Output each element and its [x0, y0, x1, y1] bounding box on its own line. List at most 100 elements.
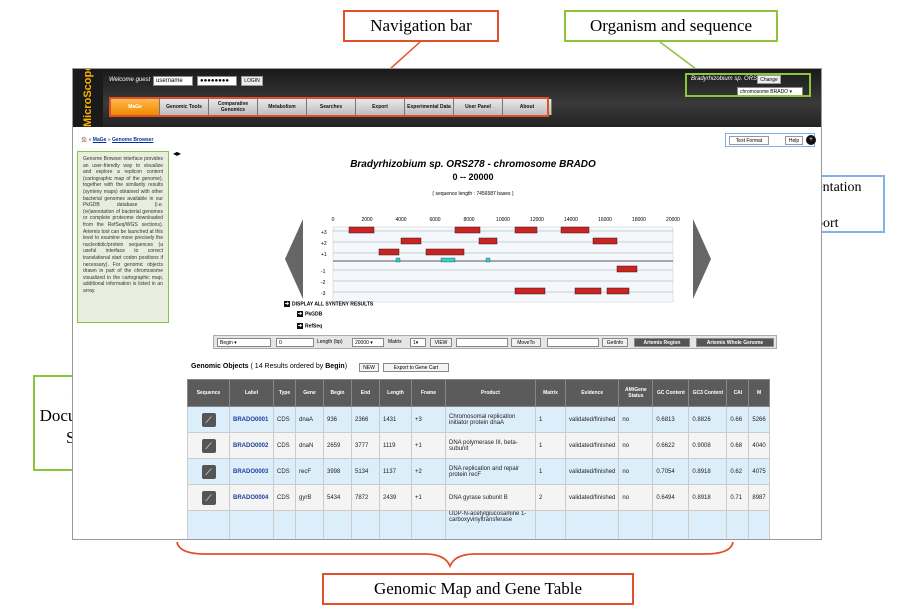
column-header-type[interactable]: Type [273, 379, 296, 407]
navigation-bar-callout: Navigation bar [343, 10, 499, 42]
map-tick-label: 18000 [632, 217, 646, 223]
column-header-product[interactable]: Product [445, 379, 536, 407]
cell-type: CDS [273, 406, 296, 433]
sequence-cell[interactable]: ⟋ [187, 406, 230, 433]
column-header-m[interactable]: M [748, 379, 770, 407]
genomic-objects-close: ) [344, 363, 348, 370]
matrix-select-value: 1 [413, 340, 416, 346]
cell-matrix: 1 [535, 458, 566, 485]
breadcrumb-mage[interactable]: MaGe [93, 137, 107, 143]
column-header-gc-content[interactable]: GC Content [652, 379, 690, 407]
map-frame-label: -2 [321, 280, 326, 286]
cell-gc3: 0.9008 [688, 432, 728, 459]
dna-sequence-icon[interactable]: ⟋ [201, 464, 216, 479]
column-header-sequence[interactable]: Sequence [187, 379, 230, 407]
map-tick-label: 16000 [598, 217, 612, 223]
empty-cell [229, 510, 274, 539]
cell-begin: 5434 [323, 484, 352, 511]
genome-map[interactable]: 0 2000 4000 6000 8000 10000 12000 14000 16000 180… [283, 209, 683, 304]
map-frames: +3 +2 +1 -1 -2 -3 [321, 230, 327, 297]
cell-type: CDS [273, 484, 296, 511]
add-icon[interactable]: + [806, 135, 816, 145]
sequence-cell[interactable]: ⟋ [187, 484, 230, 511]
matrix-select[interactable]: 1▾ [410, 338, 426, 347]
dna-sequence-icon[interactable]: ⟋ [201, 490, 216, 505]
new-button[interactable]: NEW [359, 363, 379, 372]
table-row[interactable]: ⟋ BRADO0001 CDS dnaA 936 2366 1431 +3 Chromosoma… [187, 406, 770, 433]
column-header-end[interactable]: End [351, 379, 380, 407]
map-scroll-left-icon[interactable] [285, 219, 303, 299]
arrow-icon: ➔ [284, 301, 290, 307]
table-row[interactable]: UDP-N-acetylglucosamine 1-carboxyvinyltr… [187, 510, 770, 539]
view-button[interactable]: VIEW [430, 338, 452, 347]
begin-input[interactable]: 0 [276, 338, 314, 347]
artemis-region-button[interactable]: Artemis Region [634, 338, 690, 347]
begin-select[interactable]: Begin ▾ [217, 338, 271, 347]
username-input[interactable]: username [153, 76, 193, 86]
pkgdb-link[interactable]: ➔ PkGDB [297, 311, 322, 317]
cell-cai: 0.68 [726, 432, 750, 459]
map-frame-label: +3 [321, 230, 327, 236]
table-row[interactable]: ⟋ BRADO0002 CDS dnaN 2659 3777 1119 +1 DNA polym… [187, 432, 770, 459]
getinfo-button[interactable]: GetInfo [602, 338, 628, 347]
empty-cell [748, 510, 770, 539]
cell-label[interactable]: BRADO0002 [229, 432, 274, 459]
moveto-button[interactable]: MoveTo [511, 338, 541, 347]
column-header-amigene-status[interactable]: AMiGene Status [618, 379, 654, 407]
breadcrumb-sep-1: » [88, 137, 92, 143]
export-gene-cart-button[interactable]: Export to Gene Cart [383, 363, 449, 372]
cell-type: CDS [273, 432, 296, 459]
column-header-frame[interactable]: Frame [411, 379, 446, 407]
map-brace [176, 541, 734, 568]
login-button[interactable]: LOGIN [241, 76, 263, 86]
sequence-cell[interactable]: ⟋ [187, 458, 230, 485]
cell-gc: 0.6494 [652, 484, 690, 511]
column-header-length[interactable]: Length [379, 379, 412, 407]
column-header-begin[interactable]: Begin [323, 379, 352, 407]
table-row[interactable]: ⟋ BRADO0004 CDS gyrB 5434 7872 2439 +1 DNA gyras… [187, 484, 770, 511]
column-header-label[interactable]: Label [229, 379, 274, 407]
refseq-link[interactable]: ➔ RefSeq [297, 323, 322, 329]
cell-length: 2439 [379, 484, 412, 511]
length-label: Length (bp) [317, 339, 343, 345]
home-icon[interactable]: 🏠 [81, 137, 87, 143]
empty-cell [273, 510, 296, 539]
column-header-cai[interactable]: CAI [726, 379, 750, 407]
dna-sequence-icon[interactable]: ⟋ [201, 412, 216, 427]
cell-cai: 0.62 [726, 458, 750, 485]
cell-label[interactable]: BRADO0003 [229, 458, 274, 485]
map-scroll-right-icon[interactable] [693, 219, 711, 299]
password-input[interactable]: ●●●●●●●● [197, 76, 237, 86]
text-format-button[interactable]: Text Format [729, 136, 769, 145]
cell-frame: +1 [411, 432, 446, 459]
synteny-link[interactable]: ➔ DISPLAY ALL SYNTENY RESULTS [284, 301, 373, 307]
cell-label[interactable]: BRADO0004 [229, 484, 274, 511]
help-button[interactable]: Help [785, 136, 803, 145]
column-header-gc3-content[interactable]: GC3 Content [688, 379, 728, 407]
cell-matrix: 1 [535, 432, 566, 459]
column-header-gene[interactable]: Gene [295, 379, 324, 407]
map-tick-label: 12000 [530, 217, 544, 223]
cell-product: Chromosomal replication initiator protei… [445, 406, 536, 433]
getinfo-input[interactable] [547, 338, 599, 347]
map-callout: Genomic Map and Gene Table [322, 573, 634, 605]
breadcrumb-genome-browser[interactable]: Genome Browser [112, 137, 153, 143]
sidebar-toggle-icon[interactable]: ◂▸ [173, 149, 181, 158]
length-select[interactable]: 20000 ▾ [352, 338, 384, 347]
column-header-matrix[interactable]: Matrix [535, 379, 566, 407]
empty-cell [351, 510, 380, 539]
sequence-cell[interactable]: ⟋ [187, 432, 230, 459]
cell-label[interactable]: BRADO0001 [229, 406, 274, 433]
cell-begin: 936 [323, 406, 352, 433]
table-row[interactable]: ⟋ BRADO0003 CDS recF 3998 5134 1137 +2 DNA repli… [187, 458, 770, 485]
cell-gene: dnaN [295, 432, 324, 459]
moveto-input[interactable] [456, 338, 508, 347]
genomic-objects-count: ( 14 Results ordered by [250, 363, 324, 370]
artemis-genome-button[interactable]: Artemis Whole Genome [696, 338, 774, 347]
cell-end: 7872 [351, 484, 380, 511]
empty-cell [187, 510, 230, 539]
column-header-evidence[interactable]: Evidence [564, 379, 620, 407]
cell-gc3: 0.8918 [688, 484, 728, 511]
length-select-value: 20000 [355, 340, 369, 346]
dna-sequence-icon[interactable]: ⟋ [201, 438, 216, 453]
